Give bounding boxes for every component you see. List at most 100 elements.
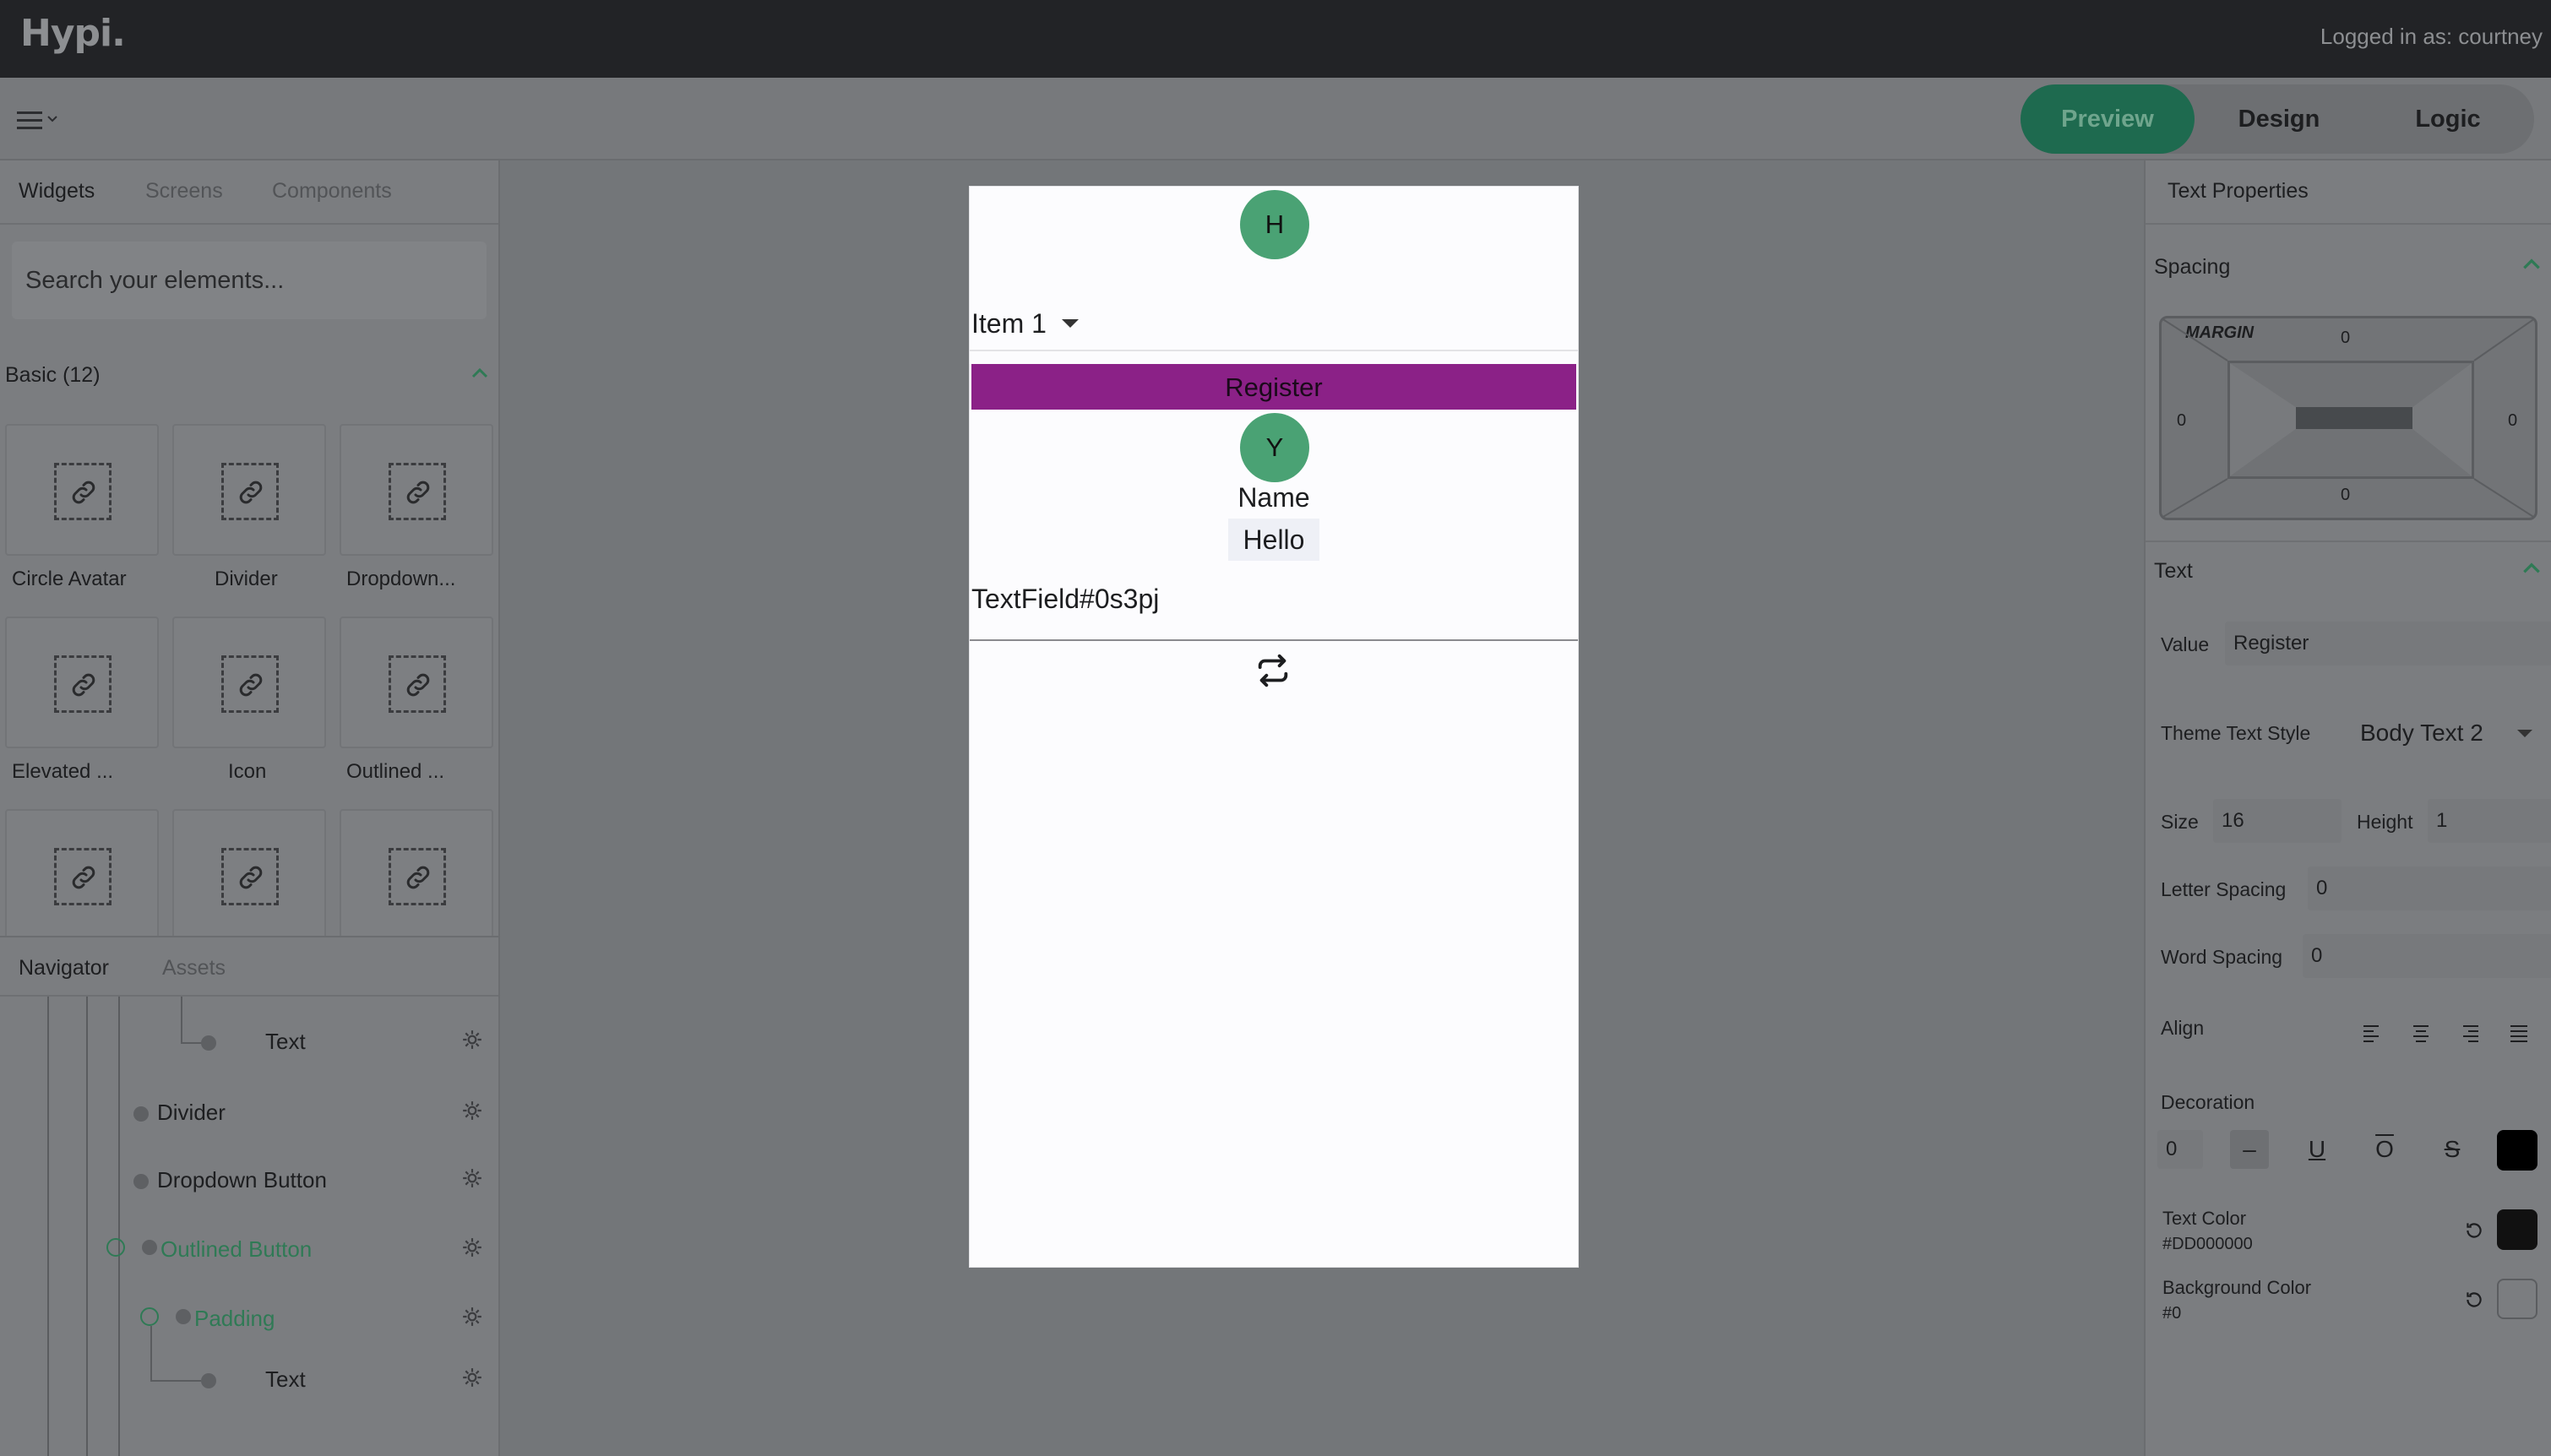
gear-icon[interactable] xyxy=(461,1029,483,1051)
chevron-down-icon[interactable] xyxy=(2517,730,2532,737)
chevron-up-icon[interactable] xyxy=(2521,253,2543,275)
word-spacing-input[interactable]: 0 xyxy=(2303,934,2551,978)
properties-title: Text Properties xyxy=(2168,179,2309,203)
background-color-swatch[interactable] xyxy=(2497,1279,2537,1319)
strikethrough-button[interactable]: S xyxy=(2433,1130,2472,1169)
tree-node-dropdown-button[interactable]: Dropdown Button xyxy=(157,1167,327,1193)
widget-divider[interactable]: Divider xyxy=(172,424,326,591)
widget-item[interactable] xyxy=(340,809,493,941)
gear-icon[interactable] xyxy=(461,1100,483,1122)
section-title-basic: Basic (12) xyxy=(5,363,101,387)
align-justify-icon[interactable] xyxy=(2509,1024,2529,1042)
tab-widgets[interactable]: Widgets xyxy=(19,179,95,204)
align-center-icon[interactable] xyxy=(2411,1024,2431,1042)
top-bar: Hypi. Logged in as: courtney xyxy=(0,0,2551,78)
search-box xyxy=(12,242,487,319)
widget-tabs: Widgets Screens Components xyxy=(0,160,498,225)
navigator-tree: Text Divider Dropdown Button Outlined Bu… xyxy=(0,997,498,1456)
collapse-icon[interactable] xyxy=(140,1307,159,1326)
padding-box xyxy=(2227,361,2474,479)
tab-assets[interactable]: Assets xyxy=(162,956,226,981)
tab-navigator[interactable]: Navigator xyxy=(19,956,109,981)
chevron-up-icon[interactable] xyxy=(2521,557,2543,579)
align-label: Align xyxy=(2161,1017,2205,1039)
word-spacing-label: Word Spacing xyxy=(2161,946,2283,968)
widget-label: Circle Avatar xyxy=(12,568,127,590)
widget-item[interactable] xyxy=(5,809,159,941)
background-color-value: #0 xyxy=(2162,1304,2182,1323)
link-icon xyxy=(406,866,430,889)
left-panel: Widgets Screens Components Basic (12) Ci… xyxy=(0,160,500,1456)
link-icon xyxy=(239,673,263,697)
widget-outlined-button[interactable]: Outlined ... xyxy=(340,617,493,784)
widget-icon[interactable]: Icon xyxy=(172,617,326,784)
circle-avatar[interactable]: H xyxy=(1240,190,1309,259)
hello-button[interactable]: Hello xyxy=(1228,519,1319,561)
widget-elevated-button[interactable]: Elevated ... xyxy=(5,617,159,784)
tab-screens[interactable]: Screens xyxy=(145,179,223,204)
decoration-color-swatch[interactable] xyxy=(2497,1130,2537,1171)
reset-icon[interactable] xyxy=(2463,1220,2485,1241)
preview-mode-button[interactable]: Preview xyxy=(2021,84,2195,154)
text-field[interactable]: TextField#0s3pj xyxy=(971,584,1159,615)
decoration-label: Decoration xyxy=(2161,1091,2255,1113)
link-icon xyxy=(406,481,430,504)
menu-icon[interactable] xyxy=(17,111,61,133)
app-logo: Hypi. xyxy=(20,12,126,55)
margin-box: MARGIN 0 0 0 0 xyxy=(2159,316,2537,520)
circle-avatar[interactable]: Y xyxy=(1240,413,1309,482)
align-left-icon[interactable] xyxy=(2362,1024,2382,1042)
widget-label: Divider xyxy=(215,568,278,590)
register-button[interactable]: Register xyxy=(971,364,1576,410)
align-right-icon[interactable] xyxy=(2460,1024,2480,1042)
size-input[interactable]: 16 xyxy=(2213,799,2342,843)
value-input[interactable]: Register xyxy=(2225,622,2551,666)
gear-icon[interactable] xyxy=(461,1167,483,1189)
design-mode-button[interactable]: Design xyxy=(2195,84,2363,154)
repeat-icon[interactable] xyxy=(1254,651,1292,690)
reset-icon[interactable] xyxy=(2463,1289,2485,1311)
tree-node-text[interactable]: Text xyxy=(265,1029,306,1055)
tree-node-padding[interactable]: Padding xyxy=(194,1306,275,1332)
gear-icon[interactable] xyxy=(461,1236,483,1258)
divider xyxy=(970,350,1578,351)
underline-button[interactable]: U xyxy=(2298,1130,2336,1169)
text-field-underline xyxy=(970,639,1578,641)
link-icon xyxy=(239,866,263,889)
height-input[interactable]: 1 xyxy=(2428,799,2551,843)
properties-panel: Text Properties Spacing MARGIN 0 0 0 0 T… xyxy=(2144,160,2551,1456)
link-icon xyxy=(239,481,263,504)
overline-button[interactable]: O xyxy=(2365,1130,2404,1169)
theme-text-style-label: Theme Text Style xyxy=(2161,722,2311,744)
background-color-label: Background Color xyxy=(2162,1277,2312,1298)
text-color-value: #DD000000 xyxy=(2162,1235,2253,1253)
text-color-swatch[interactable] xyxy=(2497,1209,2537,1250)
letter-spacing-label: Letter Spacing xyxy=(2161,878,2287,900)
section-text[interactable]: Text xyxy=(2154,559,2193,584)
link-icon xyxy=(72,866,95,889)
tree-node-outlined-button[interactable]: Outlined Button xyxy=(160,1236,312,1263)
logic-mode-button[interactable]: Logic xyxy=(2363,84,2532,154)
tab-components[interactable]: Components xyxy=(272,179,392,204)
gear-icon[interactable] xyxy=(461,1366,483,1388)
gear-icon[interactable] xyxy=(461,1306,483,1328)
login-status: Logged in as: courtney xyxy=(2320,24,2543,49)
widget-circle-avatar[interactable]: Circle Avatar xyxy=(5,424,159,591)
name-text: Name xyxy=(1237,482,1310,513)
value-label: Value xyxy=(2161,633,2210,655)
search-input[interactable] xyxy=(12,242,487,319)
dropdown-button[interactable]: Item 1 xyxy=(971,308,1047,340)
section-spacing[interactable]: Spacing xyxy=(2154,255,2230,280)
dropdown-arrow-icon[interactable] xyxy=(1062,319,1079,328)
widget-item[interactable] xyxy=(172,809,326,941)
link-icon xyxy=(72,673,95,697)
chevron-up-icon[interactable] xyxy=(470,363,490,383)
decoration-none-button[interactable]: – xyxy=(2230,1130,2269,1169)
decoration-value-input[interactable]: 0 xyxy=(2157,1130,2203,1169)
letter-spacing-input[interactable]: 0 xyxy=(2308,867,2551,910)
collapse-icon[interactable] xyxy=(106,1238,125,1257)
device-preview: H Item 1 Register Y Name Hello TextField… xyxy=(970,187,1578,1267)
tree-node-text[interactable]: Text xyxy=(265,1366,306,1393)
widget-dropdown[interactable]: Dropdown... xyxy=(340,424,493,591)
tree-node-divider[interactable]: Divider xyxy=(157,1100,226,1126)
